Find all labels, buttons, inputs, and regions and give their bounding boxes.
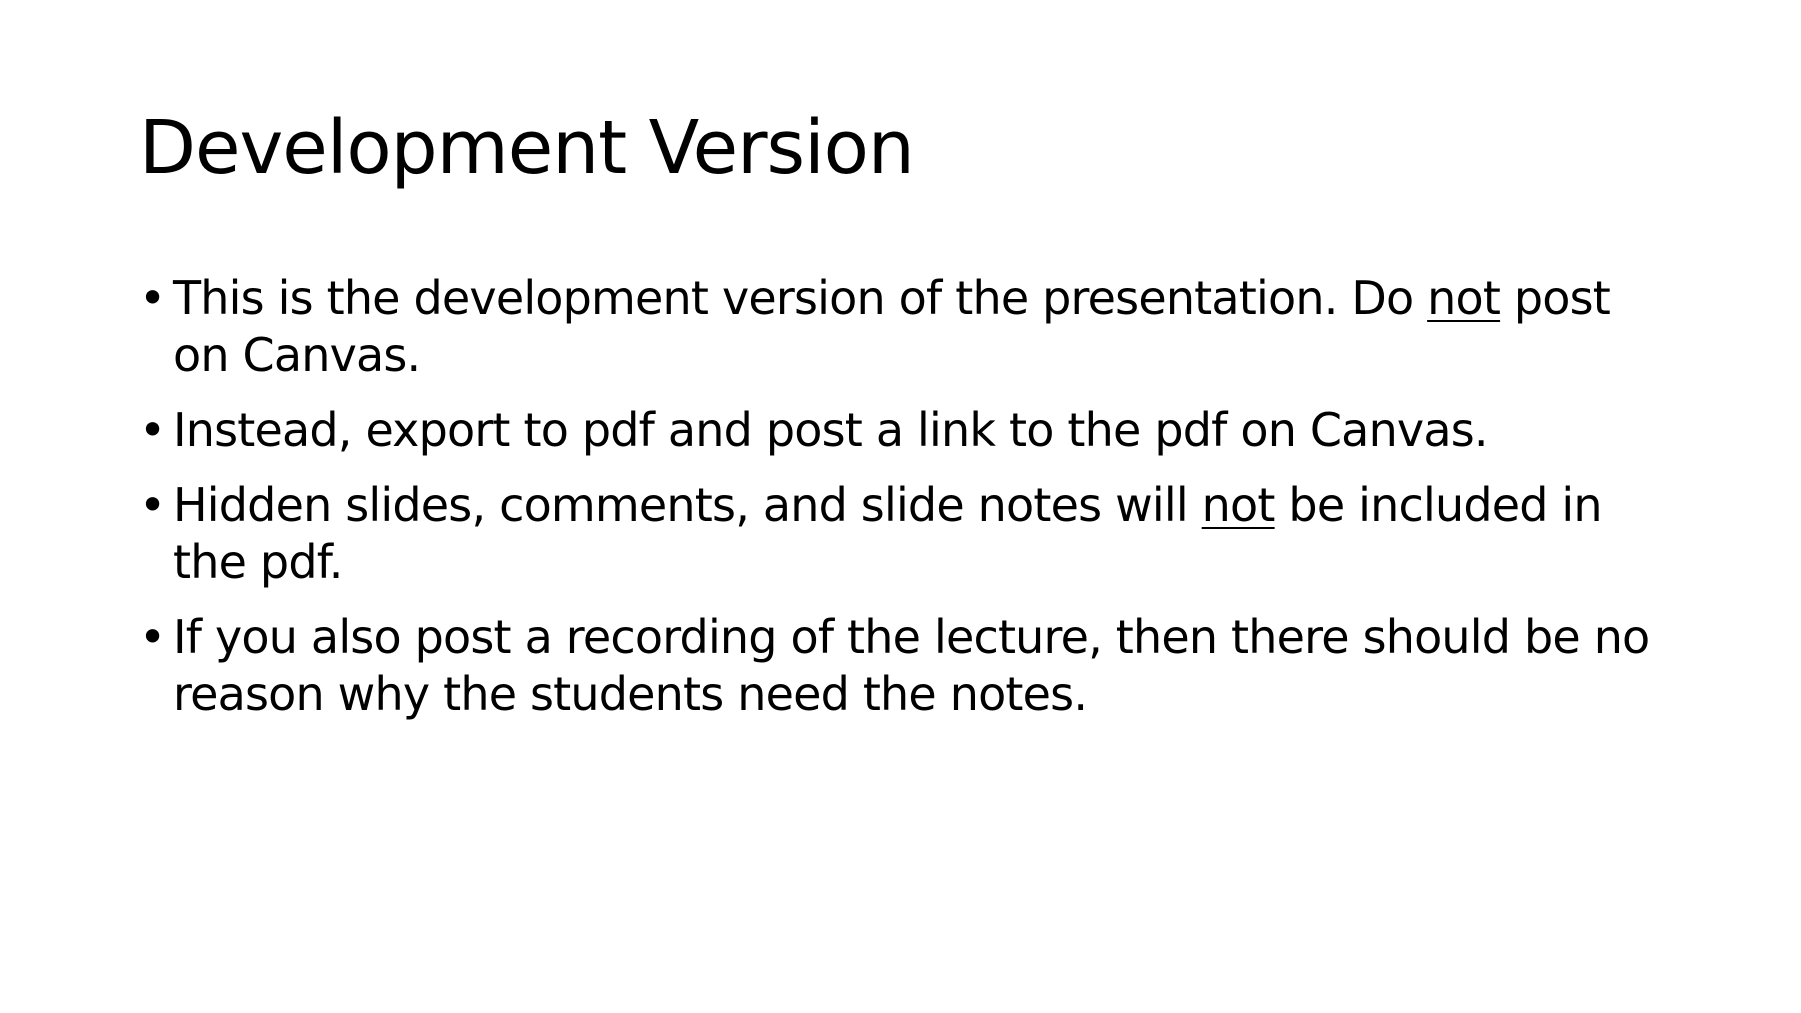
bullet-emphasis: not bbox=[1427, 271, 1501, 325]
bullet-marker: • bbox=[139, 478, 166, 532]
bullet-item: • This is the development version of the… bbox=[139, 270, 1679, 384]
bullet-text-before: Hidden slides, comments, and slide notes… bbox=[173, 478, 1202, 532]
bullet-emphasis: not bbox=[1201, 478, 1276, 532]
slide-title: Development Version bbox=[139, 105, 915, 191]
bullet-marker: • bbox=[139, 271, 166, 325]
bullet-item: • Instead, export to pdf and post a link… bbox=[139, 402, 1679, 459]
bullet-text-before: This is the development version of the p… bbox=[173, 271, 1428, 325]
bullet-item: • Hidden slides, comments, and slide not… bbox=[139, 477, 1679, 591]
bullet-marker: • bbox=[139, 403, 166, 457]
bullet-text: If you also post a recording of the lect… bbox=[173, 610, 1650, 721]
bullet-list: • This is the development version of the… bbox=[139, 270, 1679, 741]
bullet-marker: • bbox=[139, 610, 166, 664]
bullet-text: Instead, export to pdf and post a link t… bbox=[173, 403, 1489, 457]
bullet-item: • If you also post a recording of the le… bbox=[139, 609, 1679, 723]
slide: Development Version • This is the develo… bbox=[0, 0, 1801, 1013]
